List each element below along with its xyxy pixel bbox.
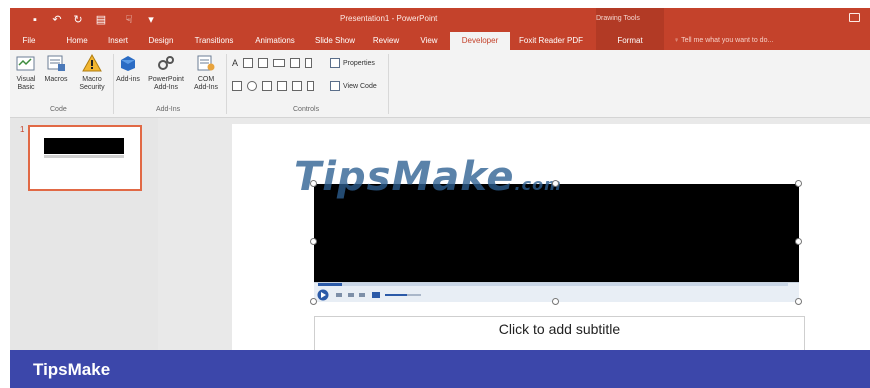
powerpoint-window: ▪ ↶ ↻ ▤ ☟ ▾ Presentation1 - PowerPoint D… <box>0 0 870 388</box>
resize-handle-right[interactable] <box>795 238 802 245</box>
resize-handle-top-left[interactable] <box>310 180 317 187</box>
thumbnail-video <box>44 138 124 154</box>
macros-icon <box>45 52 67 74</box>
checkbox-control-icon[interactable] <box>232 81 242 91</box>
option-button-control-icon[interactable] <box>247 81 257 91</box>
customize-qat-icon[interactable]: ▾ <box>144 11 158 29</box>
visual-basic-button[interactable]: Visual Basic <box>14 52 38 92</box>
touch-mode-icon[interactable]: ☟ <box>114 11 144 29</box>
ribbon-tabs: File Home Insert Design Transitions Anim… <box>10 32 870 50</box>
controls-row-2 <box>232 81 314 91</box>
resize-handle-bottom[interactable] <box>552 298 559 305</box>
drawing-tools-label: Drawing Tools <box>596 15 640 22</box>
thumbnail-video-controls <box>44 155 124 158</box>
group-separator <box>113 54 114 114</box>
title-bar: ▪ ↶ ↻ ▤ ☟ ▾ Presentation1 - PowerPoint D… <box>10 8 870 32</box>
view-code-button[interactable]: View Code <box>330 81 377 91</box>
visual-basic-icon <box>15 52 37 74</box>
command-button-control-icon[interactable] <box>273 59 286 67</box>
tell-me-text: Tell me what you want to do... <box>681 37 774 44</box>
group-label-add-ins: Add-Ins <box>156 106 181 113</box>
brand-footer: TipsMake <box>10 350 870 388</box>
properties-icon <box>330 58 340 68</box>
com-add-ins-button[interactable]: COM Add-Ins <box>190 52 222 92</box>
com-add-ins-label: COM Add-Ins <box>193 76 219 91</box>
powerpoint-add-ins-button[interactable]: PowerPoint Add-Ins <box>144 52 188 92</box>
textbox-control-icon[interactable] <box>243 58 254 68</box>
slide-editing-area: TipsMake.com Click to add subtitle <box>158 118 870 356</box>
group-separator <box>388 54 389 114</box>
resize-handle-bottom-left[interactable] <box>310 298 317 305</box>
tab-slide-show[interactable]: Slide Show <box>312 32 358 50</box>
resize-handle-top-right[interactable] <box>795 180 802 187</box>
image-control-icon[interactable] <box>290 58 301 68</box>
tab-file[interactable]: File <box>16 32 42 50</box>
list-box-control-icon[interactable] <box>277 81 287 91</box>
tab-format[interactable]: Format <box>596 32 664 50</box>
powerpoint-add-ins-label: PowerPoint Add-Ins <box>148 76 184 91</box>
window-title: Presentation1 - PowerPoint <box>340 14 438 23</box>
view-code-icon <box>330 81 340 91</box>
undo-icon[interactable]: ↶ <box>46 11 68 29</box>
macro-security-label: Macro Security <box>79 76 105 91</box>
view-code-label: View Code <box>343 82 377 90</box>
com-add-ins-icon <box>195 52 217 74</box>
ribbon-developer: Visual Basic Macros Macro Security Code … <box>10 50 870 118</box>
label-control-icon[interactable]: A <box>232 58 238 68</box>
resize-handle-top[interactable] <box>552 180 559 187</box>
tab-design[interactable]: Design <box>145 32 177 50</box>
combo-box-control-icon[interactable] <box>262 81 272 91</box>
gears-icon <box>155 52 177 74</box>
start-from-beginning-icon[interactable]: ▤ <box>88 11 114 29</box>
macros-button[interactable]: Macros <box>42 52 70 84</box>
save-icon[interactable]: ▪ <box>24 11 46 29</box>
warning-icon <box>81 52 103 74</box>
tipsmake-watermark: TipsMake.com <box>294 154 562 200</box>
footer-brand: TipsMake <box>33 360 111 379</box>
tab-view[interactable]: View <box>416 32 442 50</box>
spin-button-control-icon[interactable] <box>258 58 269 68</box>
slide-canvas[interactable]: TipsMake.com Click to add subtitle <box>232 124 870 356</box>
add-ins-icon <box>117 52 139 74</box>
macro-security-button[interactable]: Macro Security <box>74 52 110 92</box>
tab-insert[interactable]: Insert <box>104 32 132 50</box>
tab-animations[interactable]: Animations <box>250 32 300 50</box>
macros-label: Macros <box>44 76 68 83</box>
visual-basic-label: Visual Basic <box>16 76 36 91</box>
group-label-controls: Controls <box>293 106 320 113</box>
toggle-button-control-icon[interactable] <box>292 81 302 91</box>
tab-developer[interactable]: Developer <box>450 32 510 50</box>
slide-number: 1 <box>20 125 25 134</box>
tell-me-search[interactable]: ♀ Tell me what you want to do... <box>674 32 773 50</box>
slide-thumbnail-pane: 1 <box>10 118 158 350</box>
add-ins-button[interactable]: Add-ins <box>116 52 140 84</box>
quick-access-toolbar: ▪ ↶ ↻ ▤ ☟ ▾ <box>24 11 158 29</box>
group-separator <box>226 54 227 114</box>
controls-row-1: A <box>232 58 313 68</box>
resize-handle-bottom-right[interactable] <box>795 298 802 305</box>
tab-home[interactable]: Home <box>62 32 92 50</box>
add-ins-label: Add-ins <box>116 76 140 83</box>
subtitle-placeholder-text: Click to add subtitle <box>498 321 621 337</box>
tab-review[interactable]: Review <box>370 32 402 50</box>
ribbon-display-options-icon[interactable] <box>849 13 860 22</box>
slide-thumbnail[interactable] <box>28 125 142 191</box>
tab-transitions[interactable]: Transitions <box>190 32 238 50</box>
properties-label: Properties <box>343 59 375 67</box>
properties-button[interactable]: Properties <box>330 58 375 68</box>
redo-icon[interactable]: ↻ <box>68 11 88 29</box>
resize-handle-left[interactable] <box>310 238 317 245</box>
tab-foxit-reader-pdf[interactable]: Foxit Reader PDF <box>512 32 590 50</box>
more-controls-icon[interactable] <box>307 81 314 91</box>
group-label-code: Code <box>50 106 67 113</box>
scrollbar-control-icon[interactable] <box>305 58 313 68</box>
